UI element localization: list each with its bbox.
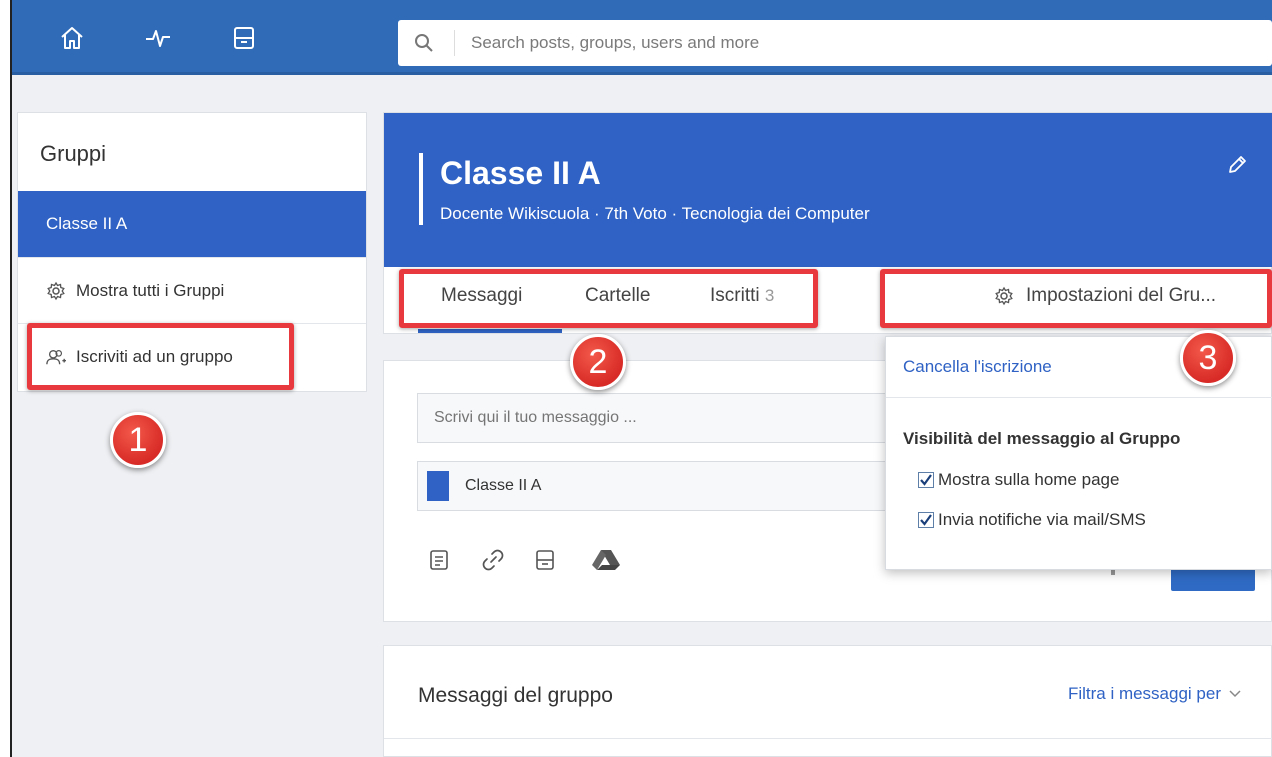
sidebar-item-label: Classe II A (46, 214, 128, 233)
feed-title: Messaggi del gruppo (418, 684, 613, 707)
unsubscribe-link[interactable]: Cancella l'iscrizione (903, 357, 1052, 377)
window-edge (0, 0, 12, 757)
top-navigation-bar (12, 0, 1272, 75)
search-icon (414, 33, 434, 53)
highlight-join-group (27, 323, 294, 390)
selected-group-label: Classe II A (465, 477, 542, 494)
active-tab-indicator (418, 329, 562, 333)
link-icon[interactable] (480, 547, 506, 573)
callout-badge-2: 2 (570, 334, 626, 390)
sidebar-item-label: Mostra tutti i Gruppi (76, 280, 225, 300)
callout-badge-3: 3 (1180, 330, 1236, 386)
gear-icon (46, 281, 66, 301)
search-bar (398, 20, 1272, 66)
highlight-settings (880, 269, 1272, 328)
highlight-tabs (399, 269, 818, 328)
notify-mail-sms-checkbox[interactable]: Invia notifiche via mail/SMS (918, 510, 1146, 530)
show-on-homepage-checkbox[interactable]: Mostra sulla home page (918, 470, 1119, 490)
group-title: Classe II A (440, 155, 601, 191)
filter-label: Filtra i messaggi per (1067, 684, 1221, 703)
checkbox-checked-icon[interactable] (918, 512, 934, 528)
home-icon[interactable] (56, 22, 88, 54)
callout-badge-1: 1 (110, 412, 166, 468)
drive-icon[interactable] (590, 547, 622, 573)
note-icon[interactable] (426, 547, 452, 573)
sidebar-item-show-all-groups[interactable]: Mostra tutti i Gruppi (18, 257, 366, 323)
sidebar-title: Gruppi (40, 141, 107, 166)
activity-icon[interactable] (142, 22, 174, 54)
checkbox-checked-icon[interactable] (918, 472, 934, 488)
dropdown-divider (886, 397, 1272, 398)
group-banner: Classe II A Docente Wikiscuola · 7th Vot… (384, 113, 1272, 267)
checkbox-label: Mostra sulla home page (938, 470, 1120, 489)
group-messages-card: Messaggi del gruppo Filtra i messaggi pe… (383, 645, 1272, 757)
filter-messages-button[interactable]: Filtra i messaggi per (1068, 684, 1241, 704)
chevron-down-icon (1229, 690, 1241, 698)
group-color-swatch (427, 471, 449, 501)
search-divider (454, 30, 455, 56)
group-title-accent (419, 153, 423, 225)
checkbox-label: Invia notifiche via mail/SMS (938, 510, 1146, 529)
visibility-title: Visibilità del messaggio al Gruppo (903, 429, 1181, 448)
edit-pencil-icon[interactable] (1225, 153, 1249, 177)
planner-icon[interactable] (532, 547, 558, 573)
group-meta: Docente Wikiscuola · 7th Voto · Tecnolog… (440, 204, 870, 223)
planner-icon[interactable] (228, 22, 260, 54)
sidebar-item-classe-ii-a[interactable]: Classe II A (18, 191, 366, 257)
search-input[interactable] (471, 20, 1251, 66)
feed-divider (384, 738, 1272, 739)
